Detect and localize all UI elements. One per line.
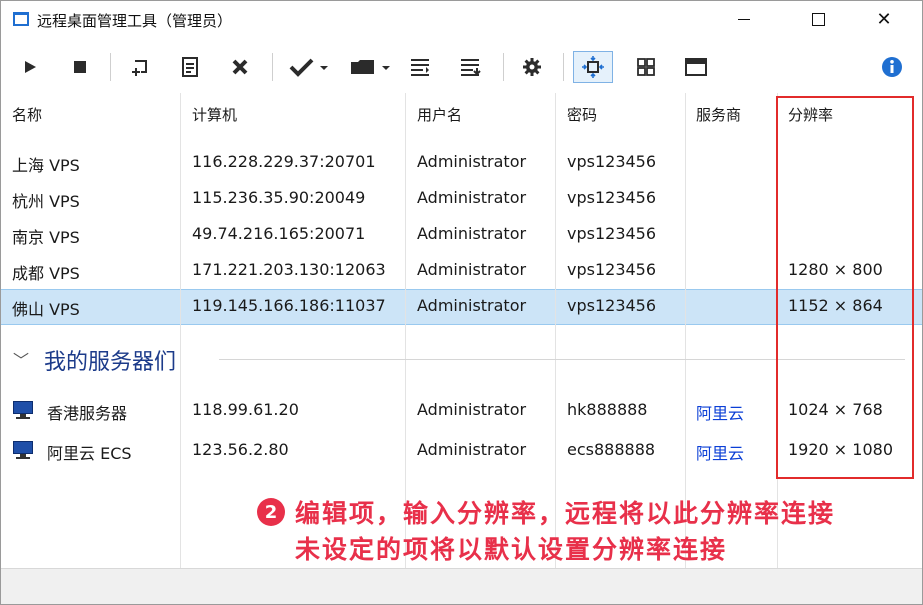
status-bar xyxy=(1,568,922,604)
stop-icon xyxy=(74,61,86,73)
resolution-column-highlight xyxy=(776,96,914,479)
delete-icon xyxy=(232,59,248,75)
annotation-line-2: 未设定的项将以默认设置分辨率连接 xyxy=(295,535,728,564)
delete-button[interactable] xyxy=(225,51,255,83)
fullscreen-button[interactable] xyxy=(681,51,711,83)
group-row-password[interactable]: ecs888888 xyxy=(567,440,655,459)
new-connection-button[interactable] xyxy=(125,51,155,83)
table-row-computer[interactable]: 115.236.35.90:20049 xyxy=(192,188,365,207)
group-row-password[interactable]: hk888888 xyxy=(567,400,647,419)
app-window: 远程桌面管理工具（管理员） ✕ 名称 计算机 用户名 密码 服务商 分辨率 上海… xyxy=(0,0,923,605)
toolbar-separator xyxy=(272,53,273,81)
toolbar xyxy=(1,41,922,93)
group-row-computer[interactable]: 118.99.61.20 xyxy=(192,400,299,419)
table-row-computer[interactable]: 49.74.216.165:20071 xyxy=(192,224,365,243)
table-row-computer[interactable]: 171.221.203.130:12063 xyxy=(192,260,386,279)
edit-icon xyxy=(182,57,198,77)
maximize-button[interactable] xyxy=(795,1,841,37)
info-button[interactable] xyxy=(877,51,907,83)
column-header-name[interactable]: 名称 xyxy=(12,104,42,125)
fit-window-button[interactable] xyxy=(573,51,613,83)
close-button[interactable]: ✕ xyxy=(861,1,907,37)
fullscreen-icon xyxy=(685,58,707,76)
info-icon xyxy=(882,57,902,77)
grid-view-icon xyxy=(637,58,655,76)
monitor-icon xyxy=(13,401,33,419)
table-row-name[interactable]: 上海 VPS xyxy=(12,152,80,176)
play-icon xyxy=(25,61,36,73)
settings-icon xyxy=(523,58,541,76)
table-row-name[interactable]: 南京 VPS xyxy=(12,224,80,248)
toolbar-separator xyxy=(503,53,504,81)
column-header-provider[interactable]: 服务商 xyxy=(696,104,741,125)
window-title: 远程桌面管理工具（管理员） xyxy=(37,12,233,30)
group-row-name[interactable]: 阿里云 ECS xyxy=(47,440,132,464)
table-row-name[interactable]: 成都 VPS xyxy=(12,260,80,284)
toolbar-separator xyxy=(563,53,564,81)
play-button[interactable] xyxy=(15,51,45,83)
column-header-user[interactable]: 用户名 xyxy=(417,104,462,125)
folder-dropdown-button[interactable] xyxy=(345,51,399,83)
group-row-user[interactable]: Administrator xyxy=(417,400,526,419)
column-header-computer[interactable]: 计算机 xyxy=(192,104,237,125)
annotation-line-1: 编辑项，输入分辨率，远程将以此分辨率连接 xyxy=(295,499,836,528)
close-icon: ✕ xyxy=(876,8,892,30)
folder-dropdown-icon xyxy=(351,60,390,74)
table-row-password[interactable]: vps123456 xyxy=(567,260,656,279)
group-row-provider-link[interactable]: 阿里云 xyxy=(696,400,744,424)
maximize-icon xyxy=(811,12,825,26)
group-row-provider-link[interactable]: 阿里云 xyxy=(696,440,744,464)
table-row-user[interactable]: Administrator xyxy=(417,260,526,279)
group-collapse-chevron-icon[interactable]: ﹀ xyxy=(13,347,29,371)
stop-button[interactable] xyxy=(65,51,95,83)
minimize-icon xyxy=(738,18,750,20)
edit-button[interactable] xyxy=(175,51,205,83)
table-row-name[interactable]: 佛山 VPS xyxy=(12,296,80,320)
align-alt-icon xyxy=(461,59,481,76)
tutorial-annotation: 2 编辑项，输入分辨率，远程将以此分辨率连接 未设定的项将以默认设置分辨率连接 xyxy=(253,494,913,564)
title-bar: 远程桌面管理工具（管理员） ✕ xyxy=(1,1,922,39)
table-row-computer[interactable]: 116.228.229.37:20701 xyxy=(192,152,376,171)
align-button[interactable] xyxy=(405,51,435,83)
table-row-password[interactable]: vps123456 xyxy=(567,224,656,243)
app-icon xyxy=(13,12,29,26)
table-row-user[interactable]: Administrator xyxy=(417,152,526,171)
minimize-button[interactable] xyxy=(721,1,767,37)
table-row-password[interactable]: vps123456 xyxy=(567,188,656,207)
group-row-user[interactable]: Administrator xyxy=(417,440,526,459)
table-row-computer[interactable]: 119.145.166.186:11037 xyxy=(192,296,386,315)
group-row-name[interactable]: 香港服务器 xyxy=(47,400,127,424)
settings-button[interactable] xyxy=(517,51,547,83)
new-connection-icon xyxy=(132,60,147,76)
column-divider xyxy=(180,93,181,568)
monitor-icon xyxy=(13,441,33,459)
table-row-user[interactable]: Administrator xyxy=(417,224,526,243)
table-row-password[interactable]: vps123456 xyxy=(567,152,656,171)
group-row-computer[interactable]: 123.56.2.80 xyxy=(192,440,289,459)
check-dropdown-icon xyxy=(289,58,328,77)
fit-window-icon xyxy=(582,56,604,78)
table-row-user[interactable]: Administrator xyxy=(417,188,526,207)
step-badge: 2 xyxy=(257,498,285,526)
toolbar-separator xyxy=(110,53,111,81)
column-header-password[interactable]: 密码 xyxy=(567,104,597,125)
grid-view-button[interactable] xyxy=(631,51,661,83)
check-dropdown-button[interactable] xyxy=(285,51,335,83)
align-alt-button[interactable] xyxy=(455,51,485,83)
table-row-name[interactable]: 杭州 VPS xyxy=(12,188,80,212)
align-icon xyxy=(411,59,429,76)
table-row-user[interactable]: Administrator xyxy=(417,296,526,315)
group-title[interactable]: 我的服务器们 xyxy=(44,344,176,376)
table-row-password[interactable]: vps123456 xyxy=(567,296,656,315)
